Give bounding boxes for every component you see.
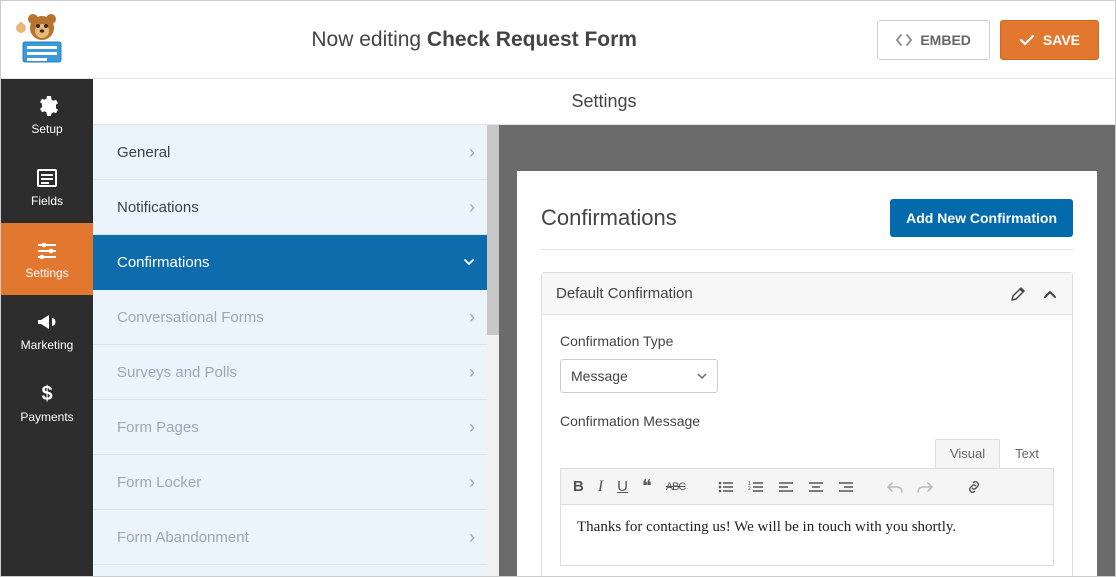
strikethrough-icon[interactable]: ABC [666, 481, 686, 493]
code-icon [896, 33, 912, 47]
mid-item-general[interactable]: General › [93, 125, 499, 180]
confirmation-box-title: Default Confirmation [556, 285, 693, 302]
blockquote-icon[interactable]: ❝ [642, 476, 652, 497]
underline-icon[interactable]: U [617, 478, 628, 495]
confirmations-panel: Confirmations Add New Confirmation Defau… [517, 171, 1097, 576]
italic-icon[interactable]: I [598, 478, 603, 496]
nav-item-marketing[interactable]: Marketing [1, 295, 93, 367]
message-label: Confirmation Message [560, 413, 1054, 429]
embed-label: EMBED [920, 32, 971, 48]
chevron-right-icon: › [469, 143, 475, 161]
nav-label: Fields [31, 194, 63, 208]
mid-label: Form Locker [117, 474, 201, 491]
chevron-right-icon: › [469, 363, 475, 381]
sliders-icon [35, 238, 59, 262]
settings-sidebar: General › Notifications › Confirmations [93, 125, 499, 576]
chevron-right-icon: › [469, 198, 475, 216]
nav-label: Settings [25, 266, 68, 280]
chevron-right-icon: › [469, 528, 475, 546]
save-button[interactable]: SAVE [1000, 20, 1099, 60]
main-content: Confirmations Add New Confirmation Defau… [499, 125, 1115, 576]
nav-label: Marketing [21, 338, 74, 352]
type-label: Confirmation Type [560, 333, 1054, 349]
save-label: SAVE [1043, 32, 1080, 48]
dollar-icon: $ [35, 382, 59, 406]
divider [541, 249, 1073, 250]
nav-spacer [1, 439, 93, 576]
gear-icon [35, 94, 59, 118]
nav-item-fields[interactable]: Fields [1, 151, 93, 223]
embed-button[interactable]: EMBED [877, 20, 990, 60]
mid-label: Notifications [117, 199, 199, 216]
confirmation-box: Default Confirmation Confirmation Type M… [541, 272, 1073, 576]
mid-label: Form Pages [117, 419, 199, 436]
rich-text-editor: B I U ❝ ABC 12 [560, 468, 1054, 566]
bullhorn-icon [35, 310, 59, 334]
align-center-icon[interactable] [808, 480, 824, 494]
chevron-down-icon [463, 256, 475, 268]
top-bar: Now editing Check Request Form EMBED SAV… [1, 1, 1115, 79]
mid-item-conversational-forms[interactable]: Conversational Forms › [93, 290, 499, 345]
chevron-down-icon [697, 373, 707, 379]
check-icon [1019, 33, 1035, 47]
chevron-right-icon: › [469, 308, 475, 326]
chevron-right-icon: › [469, 473, 475, 491]
mid-label: Form Abandonment [117, 529, 249, 546]
svg-text:2: 2 [748, 486, 751, 492]
form-name: Check Request Form [427, 28, 637, 51]
nav-label: Setup [31, 122, 62, 136]
undo-icon[interactable] [887, 480, 903, 494]
bold-icon[interactable]: B [573, 478, 584, 495]
add-confirmation-button[interactable]: Add New Confirmation [890, 199, 1073, 237]
settings-header: Settings [93, 79, 1115, 125]
mid-item-form-locker[interactable]: Form Locker › [93, 455, 499, 510]
settings-header-label: Settings [571, 91, 636, 112]
editor-content[interactable]: Thanks for contacting us! We will be in … [561, 505, 1053, 565]
scrollbar-thumb[interactable] [487, 125, 499, 335]
link-icon[interactable] [966, 480, 982, 494]
ordered-list-icon[interactable]: 12 [748, 480, 764, 494]
tab-visual[interactable]: Visual [935, 439, 1000, 468]
unordered-list-icon[interactable] [718, 480, 734, 494]
align-right-icon[interactable] [838, 480, 854, 494]
redo-icon[interactable] [917, 480, 933, 494]
mid-item-form-abandonment[interactable]: Form Abandonment › [93, 510, 499, 565]
mid-label: Confirmations [117, 254, 210, 271]
tab-text[interactable]: Text [1000, 439, 1054, 468]
editor-tabs: Visual Text [560, 439, 1054, 468]
chevron-right-icon: › [469, 418, 475, 436]
mid-item-surveys-polls[interactable]: Surveys and Polls › [93, 345, 499, 400]
mid-label: Conversational Forms [117, 309, 264, 326]
pencil-icon[interactable] [1010, 286, 1026, 302]
mid-label: General [117, 144, 170, 161]
nav-item-settings[interactable]: Settings [1, 223, 93, 295]
editing-prefix: Now editing [311, 28, 427, 51]
panel-title: Confirmations [541, 205, 677, 231]
mid-item-notifications[interactable]: Notifications › [93, 180, 499, 235]
mid-item-form-pages[interactable]: Form Pages › [93, 400, 499, 455]
list-icon [35, 166, 59, 190]
nav-item-setup[interactable]: Setup [1, 79, 93, 151]
nav-label: Payments [20, 410, 73, 424]
top-actions: EMBED SAVE [877, 20, 1099, 60]
left-nav: Setup Fields Settings Marketing $ Paymen… [1, 79, 93, 576]
page-title: Now editing Check Request Form [71, 28, 877, 52]
mid-item-confirmations[interactable]: Confirmations [93, 235, 499, 290]
mid-label: Surveys and Polls [117, 364, 237, 381]
nav-item-payments[interactable]: $ Payments [1, 367, 93, 439]
editor-toolbar: B I U ❝ ABC 12 [561, 469, 1053, 505]
confirmation-type-select[interactable]: Message [560, 359, 718, 393]
confirmation-box-header[interactable]: Default Confirmation [542, 273, 1072, 315]
align-left-icon[interactable] [778, 480, 794, 494]
svg-text:$: $ [41, 383, 52, 405]
app-logo [11, 12, 71, 68]
select-value: Message [571, 368, 628, 384]
chevron-up-icon[interactable] [1042, 286, 1058, 302]
